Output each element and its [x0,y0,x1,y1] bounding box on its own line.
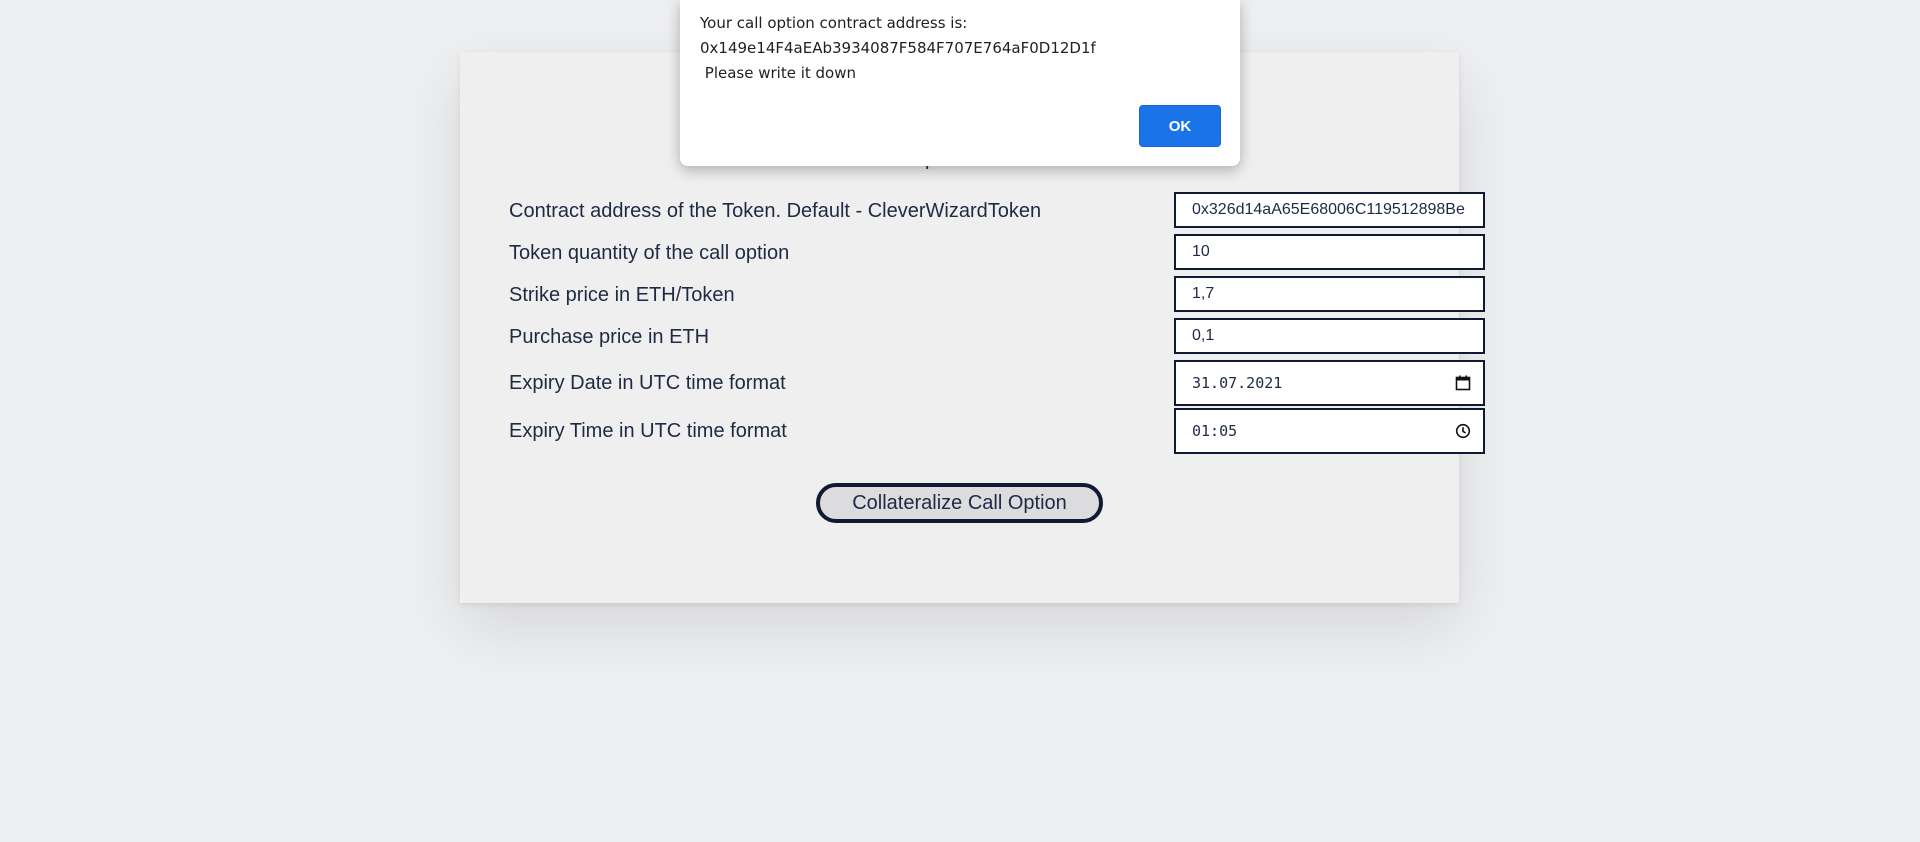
expiry-time-label: Expiry Time in UTC time format [509,420,787,442]
token-quantity-input[interactable]: 10 [1174,234,1485,270]
purchase-price-input[interactable]: 0,1 [1174,318,1485,354]
dialog-message-line3: Please write it down [700,64,856,82]
dialog-message-line1: Your call option contract address is: [700,14,968,32]
expiry-time-value: 01:05 [1192,422,1238,440]
collateralize-call-option-button[interactable]: Collateralize Call Option [816,483,1103,523]
field-row-token-quantity: Token quantity of the call option 10 [509,234,1485,274]
expiry-date-value: 31.07.2021 [1192,374,1283,392]
field-row-purchase-price: Purchase price in ETH 0,1 [509,318,1485,358]
expiry-date-label: Expiry Date in UTC time format [509,372,786,394]
token-address-label: Contract address of the Token. Default -… [509,200,1042,222]
alert-dialog: Your call option contract address is: 0x… [680,0,1240,166]
strike-price-label: Strike price in ETH/Token [509,284,735,306]
token-quantity-label: Token quantity of the call option [509,242,790,264]
clock-icon[interactable] [1455,423,1471,439]
token-address-input[interactable]: 0x326d14aA65E68006C119512898Be [1174,192,1485,228]
expiry-time-input[interactable]: 01:05 [1174,408,1485,454]
field-row-strike-price: Strike price in ETH/Token 1,7 [509,276,1485,316]
strike-price-input[interactable]: 1,7 [1174,276,1485,312]
field-row-expiry-time: Expiry Time in UTC time format 01:05 [509,408,1485,454]
field-row-token-address: Contract address of the Token. Default -… [509,192,1485,232]
ok-button[interactable]: OK [1139,105,1221,147]
field-row-expiry-date: Expiry Date in UTC time format 31.07.202… [509,360,1485,406]
calendar-icon[interactable] [1455,375,1471,391]
purchase-price-label: Purchase price in ETH [509,326,710,348]
expiry-date-input[interactable]: 31.07.2021 [1174,360,1485,406]
dialog-contract-address: 0x149e14F4aEAb3934087F584F707E764aF0D12D… [700,39,1096,57]
